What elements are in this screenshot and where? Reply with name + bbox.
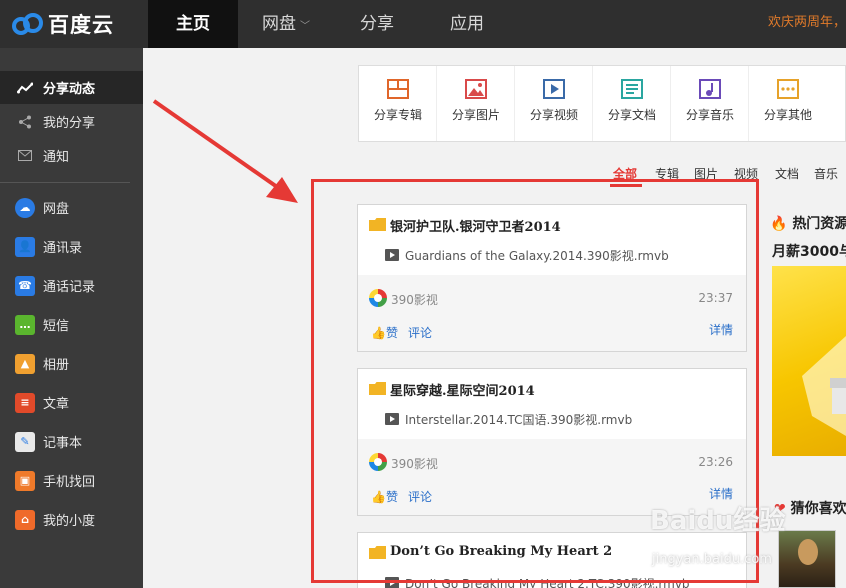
sidebar-item-label: 通讯录 bbox=[43, 241, 83, 256]
sidebar-item-my-xiaodu[interactable]: ⌂ 我的小度 bbox=[0, 503, 143, 536]
sidebar-item-phone-find[interactable]: ▣ 手机找回 bbox=[0, 464, 143, 497]
share-video-button[interactable]: 分享视频 bbox=[515, 66, 593, 141]
sidebar-item-label: 通话记录 bbox=[43, 280, 96, 295]
sidebar: 分享动态 我的分享 通知 ☁ 网盘 👤 通讯录 ☎ 通话记录 … 短信 ▲ 相册… bbox=[0, 48, 143, 588]
brand-logo[interactable]: 百度云 bbox=[0, 0, 148, 48]
sidebar-item-notepad[interactable]: ✎ 记事本 bbox=[0, 425, 143, 458]
notepad-icon: ✎ bbox=[14, 431, 36, 452]
nav-netdisk-label: 网盘 bbox=[262, 14, 296, 34]
music-icon bbox=[699, 79, 721, 99]
share-album-button[interactable]: 分享专辑 bbox=[359, 66, 437, 141]
nav-netdisk[interactable]: 网盘 ﹀ bbox=[240, 0, 332, 48]
sidebar-item-album[interactable]: ▲ 相册 bbox=[0, 347, 143, 380]
album-share-icon bbox=[387, 79, 409, 99]
share-document-button[interactable]: 分享文档 bbox=[593, 66, 671, 141]
filter-tab-music[interactable]: 音乐 bbox=[814, 165, 838, 182]
activity-icon bbox=[14, 78, 36, 98]
share-button-label: 分享视频 bbox=[529, 108, 578, 122]
phone-icon: ☎ bbox=[14, 275, 36, 296]
home-icon: ⌂ bbox=[14, 509, 36, 530]
flame-icon: 🔥 bbox=[770, 216, 788, 232]
more-icon bbox=[777, 79, 799, 99]
sidebar-item-netdisk[interactable]: ☁ 网盘 bbox=[0, 191, 143, 224]
banner-illustration bbox=[802, 336, 846, 436]
hot-resource-banner[interactable] bbox=[772, 266, 846, 456]
watermark-logo: Baidu经验 bbox=[650, 506, 786, 536]
phone-find-icon: ▣ bbox=[14, 470, 36, 491]
sidebar-item-call-log[interactable]: ☎ 通话记录 bbox=[0, 269, 143, 302]
sidebar-item-label: 文章 bbox=[43, 397, 70, 412]
brand-name: 百度云 bbox=[48, 13, 114, 37]
sidebar-item-contacts[interactable]: 👤 通讯录 bbox=[0, 230, 143, 263]
sidebar-item-label: 短信 bbox=[43, 319, 70, 334]
sidebar-divider bbox=[0, 182, 130, 183]
sidebar-item-label: 通知 bbox=[43, 150, 70, 165]
share-image-button[interactable]: 分享图片 bbox=[437, 66, 515, 141]
sidebar-item-label: 记事本 bbox=[43, 436, 83, 451]
sidebar-item-label: 我的小度 bbox=[43, 514, 96, 529]
recommended-item-thumbnail[interactable] bbox=[778, 530, 836, 588]
video-icon bbox=[543, 79, 565, 99]
sidebar-item-my-share[interactable]: 我的分享 bbox=[0, 105, 143, 138]
sidebar-item-sms[interactable]: … 短信 bbox=[0, 308, 143, 341]
share-music-button[interactable]: 分享音乐 bbox=[671, 66, 749, 141]
sidebar-item-label: 相册 bbox=[43, 358, 70, 373]
sidebar-item-label: 手机找回 bbox=[43, 475, 96, 490]
share-button-label: 分享文档 bbox=[607, 108, 656, 122]
share-button-label: 分享音乐 bbox=[685, 108, 734, 122]
annotation-arrow-icon bbox=[152, 99, 298, 203]
promo-banner-text[interactable]: 欢庆两周年， bbox=[768, 0, 846, 48]
hot-resources-heading: 🔥 热门资源 bbox=[770, 213, 846, 233]
share-other-button[interactable]: 分享其他 bbox=[749, 66, 827, 141]
nav-home[interactable]: 主页 bbox=[148, 0, 238, 48]
article-icon: ≡ bbox=[14, 392, 36, 413]
nav-apps[interactable]: 应用 bbox=[422, 0, 512, 48]
sidebar-item-label: 分享动态 bbox=[43, 82, 96, 97]
top-navigation-bar: 百度云 主页 网盘 ﹀ 分享 应用 欢庆两周年， bbox=[0, 0, 846, 48]
hot-resources-label: 热门资源 bbox=[792, 216, 846, 232]
guess-you-like-label: 猜你喜欢 bbox=[790, 501, 846, 517]
share-icon bbox=[14, 112, 36, 132]
cloud-icon: ☁ bbox=[14, 197, 36, 218]
sidebar-item-label: 网盘 bbox=[43, 202, 70, 217]
hot-resource-title[interactable]: 月薪3000与 bbox=[772, 241, 846, 261]
album-icon: ▲ bbox=[14, 353, 36, 374]
chevron-down-icon: ﹀ bbox=[300, 21, 310, 32]
share-toolbar: 分享专辑 分享图片 分享视频 分享文档 分享音乐 分享其他 bbox=[358, 65, 846, 142]
sidebar-item-notifications[interactable]: 通知 bbox=[0, 139, 143, 172]
contacts-icon: 👤 bbox=[14, 236, 36, 257]
sidebar-item-article[interactable]: ≡ 文章 bbox=[0, 386, 143, 419]
sms-icon: … bbox=[14, 314, 36, 335]
cloud-logo-icon bbox=[12, 13, 43, 35]
image-icon bbox=[465, 79, 487, 99]
share-button-label: 分享图片 bbox=[451, 108, 500, 122]
nav-share[interactable]: 分享 bbox=[332, 0, 422, 48]
watermark-url: jingyan.baidu.com bbox=[652, 552, 772, 567]
filter-tab-document[interactable]: 文档 bbox=[775, 165, 799, 182]
sidebar-item-label: 我的分享 bbox=[43, 116, 96, 131]
sidebar-item-share-activity[interactable]: 分享动态 bbox=[0, 71, 143, 104]
share-button-label: 分享其他 bbox=[763, 108, 812, 122]
mail-icon bbox=[14, 146, 36, 166]
document-icon bbox=[621, 79, 643, 99]
share-button-label: 分享专辑 bbox=[373, 108, 422, 122]
